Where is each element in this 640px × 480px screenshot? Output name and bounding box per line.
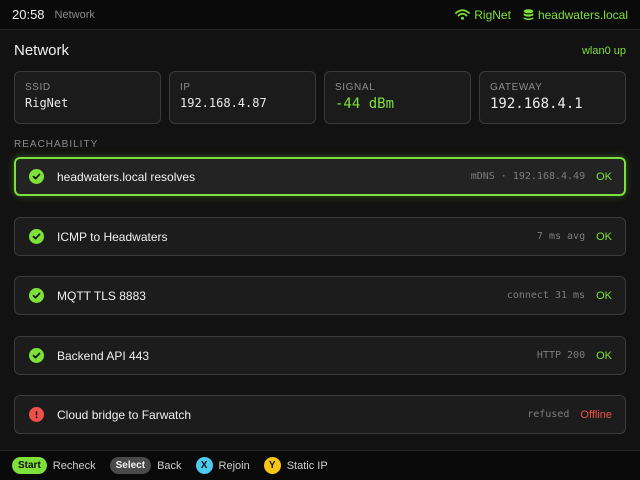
- hint-label: Static IP: [286, 459, 328, 472]
- check-row-backend[interactable]: Backend API 443 HTTP 200 OK: [14, 336, 626, 375]
- check-result: OK: [596, 230, 612, 243]
- breadcrumb: Network: [54, 8, 95, 21]
- stat-label: GATEWAY: [490, 82, 543, 93]
- check-name: Cloud bridge to Farwatch: [57, 407, 192, 422]
- check-row-resolve[interactable]: headwaters.local resolves mDNS · 192.168…: [14, 157, 626, 196]
- check-row-mqtt[interactable]: MQTT TLS 8883 connect 31 ms OK: [14, 276, 626, 315]
- network-stats: SSID RigNet IP 192.168.4.87 SIGNAL -44 d…: [14, 71, 626, 124]
- interface-status: wlan0 up: [581, 45, 626, 57]
- check-result: OK: [596, 349, 612, 362]
- top-status-bar: 20:58 Network RigNet headwaters.local: [0, 0, 640, 30]
- stat-ssid: SSID RigNet: [14, 71, 161, 124]
- wifi-icon: [455, 9, 471, 20]
- check-ok-icon: [29, 169, 44, 184]
- check-detail: 7 ms avg: [536, 231, 586, 242]
- check-ok-icon: [29, 288, 44, 303]
- stat-value: 192.168.4.87: [180, 96, 267, 110]
- stat-label: SSID: [25, 82, 51, 93]
- check-name: Backend API 443: [57, 348, 150, 363]
- check-detail: HTTP 200: [536, 350, 586, 361]
- hint-static-ip[interactable]: Y Static IP: [263, 457, 328, 474]
- select-button-glyph: Select: [109, 457, 152, 474]
- stat-signal: SIGNAL -44 dBm: [324, 71, 471, 124]
- x-button-glyph: X: [195, 457, 213, 474]
- check-result: Offline: [580, 408, 612, 421]
- page-title: Network: [14, 42, 70, 59]
- host-name: headwaters.local: [537, 7, 628, 22]
- start-button-glyph: Start: [12, 457, 47, 474]
- stat-value: RigNet: [25, 96, 69, 110]
- check-ok-icon: [29, 348, 44, 363]
- hint-label: Recheck: [52, 459, 96, 472]
- check-row-cloud-bridge[interactable]: Cloud bridge to Farwatch refused Offline: [14, 395, 626, 434]
- check-name: ICMP to Headwaters: [57, 229, 168, 244]
- check-detail: connect 31 ms: [506, 290, 586, 301]
- clock: 20:58: [12, 7, 45, 22]
- database-icon: [523, 8, 534, 21]
- check-result: OK: [596, 170, 612, 183]
- stat-value: 192.168.4.1: [490, 96, 583, 112]
- wifi-status: RigNet: [455, 8, 511, 22]
- hint-recheck[interactable]: Start Recheck: [12, 457, 96, 474]
- check-result: OK: [596, 289, 612, 302]
- check-error-icon: [29, 407, 44, 422]
- hint-back[interactable]: Select Back: [109, 457, 182, 474]
- stat-gateway: GATEWAY 192.168.4.1: [479, 71, 626, 124]
- button-hints-bar: Start Recheck Select Back X Rejoin Y Sta…: [0, 450, 640, 480]
- host-status: headwaters.local: [523, 8, 628, 22]
- check-ok-icon: [29, 229, 44, 244]
- section-heading: REACHABILITY: [14, 139, 99, 150]
- stat-label: IP: [180, 82, 191, 93]
- check-name: headwaters.local resolves: [57, 169, 196, 184]
- stat-label: SIGNAL: [335, 82, 376, 93]
- stat-ip: IP 192.168.4.87: [169, 71, 316, 124]
- hint-label: Rejoin: [218, 459, 250, 472]
- hint-rejoin[interactable]: X Rejoin: [195, 457, 250, 474]
- hint-label: Back: [157, 459, 182, 472]
- stat-value: -44 dBm: [335, 96, 395, 112]
- wifi-name: RigNet: [474, 7, 511, 22]
- check-detail: mDNS · 192.168.4.49: [470, 171, 586, 182]
- check-row-icmp[interactable]: ICMP to Headwaters 7 ms avg OK: [14, 217, 626, 256]
- check-name: MQTT TLS 8883: [57, 288, 146, 303]
- check-detail: refused: [527, 409, 570, 420]
- y-button-glyph: Y: [263, 457, 281, 474]
